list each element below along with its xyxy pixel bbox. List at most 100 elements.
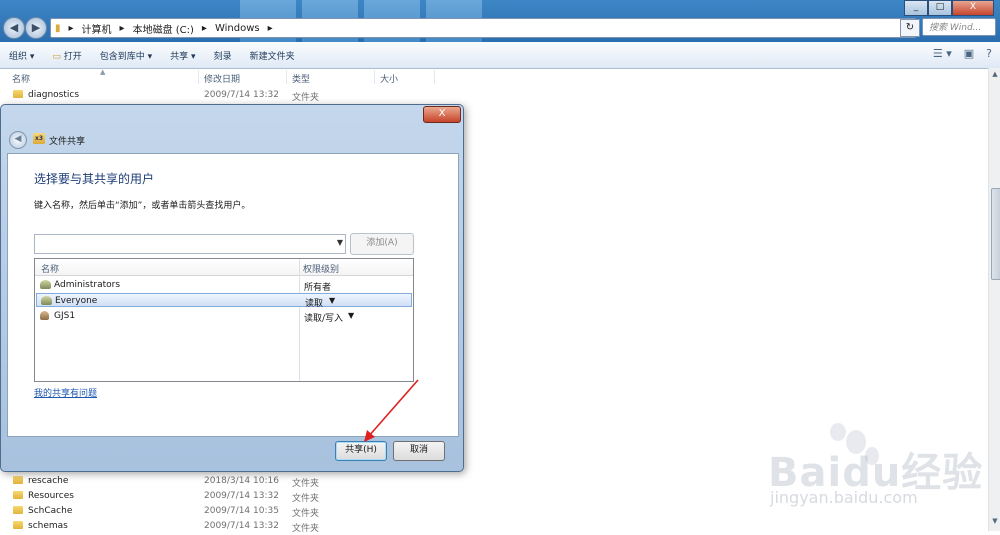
file-date: 2009/7/14 10:35 bbox=[204, 506, 279, 516]
file-name: schemas bbox=[28, 521, 68, 531]
column-size[interactable]: 大小 bbox=[380, 72, 398, 85]
file-type: 文件夹 bbox=[292, 93, 320, 103]
scrollbar-thumb[interactable] bbox=[991, 188, 1000, 280]
list-header: 名称 权限级别 bbox=[35, 259, 413, 276]
toolbar-right: ☰ ▾ ▣ ? bbox=[933, 47, 992, 60]
column-divider[interactable] bbox=[198, 70, 199, 84]
organize-menu[interactable]: 组织 ▾ bbox=[0, 49, 43, 62]
list-header-name[interactable]: 名称 bbox=[41, 262, 59, 275]
breadcrumb-windows[interactable]: Windows bbox=[211, 23, 264, 34]
breadcrumb-separator: ▸ bbox=[267, 22, 273, 34]
permission-level[interactable]: 读取/写入 bbox=[304, 311, 343, 324]
help-icon[interactable]: ? bbox=[986, 47, 992, 60]
breadcrumb-drive[interactable]: 本地磁盘 (C:) bbox=[129, 21, 198, 36]
permission-level[interactable]: 读取 bbox=[305, 296, 323, 309]
permission-dropdown-icon[interactable]: ▼ bbox=[348, 311, 354, 320]
user-row[interactable]: GJS1 读取/写入 ▼ bbox=[36, 309, 412, 324]
user-permission-list: 名称 权限级别 Administrators 所有者 Everyone 读取 ▼… bbox=[34, 258, 414, 382]
user-group-icon bbox=[41, 296, 52, 305]
user-group-icon bbox=[40, 280, 51, 289]
dropdown-arrow-icon[interactable]: ▼ bbox=[337, 238, 343, 247]
vertical-scrollbar[interactable]: ▲ ▼ bbox=[988, 68, 1000, 531]
folder-icon bbox=[13, 491, 23, 499]
file-date: 2009/7/14 13:32 bbox=[204, 521, 279, 531]
close-window-button[interactable]: X bbox=[952, 0, 994, 16]
dialog-instruction: 键入名称，然后单击“添加”，或者单击箭头查找用户。 bbox=[34, 201, 251, 211]
dialog-close-button[interactable]: X bbox=[423, 106, 461, 123]
user-name: GJS1 bbox=[54, 311, 76, 321]
file-name: Resources bbox=[28, 491, 74, 501]
column-divider[interactable] bbox=[374, 70, 375, 84]
user-row-selected[interactable]: Everyone 读取 ▼ bbox=[36, 293, 412, 309]
command-bar: 组织 ▾ ▭ 打开 包含到库中 ▾ 共享 ▾ 刻录 新建文件夹 ☰ ▾ ▣ ? bbox=[0, 42, 1000, 69]
permission-level: 所有者 bbox=[304, 283, 332, 293]
file-name: SchCache bbox=[28, 506, 73, 516]
column-divider[interactable] bbox=[286, 70, 287, 84]
search-input[interactable]: 搜索 Wind... bbox=[922, 18, 996, 36]
file-name: diagnostics bbox=[28, 90, 80, 100]
file-row[interactable]: schemas 2009/7/14 13:32 文件夹 bbox=[0, 519, 988, 535]
folder-icon bbox=[13, 506, 23, 514]
explorer-titlebar: _ □ X ◀ ▶ ▮ ▸ 计算机 ▸ 本地磁盘 (C:) ▸ Windows … bbox=[0, 0, 1000, 42]
sharing-help-link[interactable]: 我的共享有问题 bbox=[34, 386, 97, 399]
permission-dropdown-icon[interactable]: ▼ bbox=[329, 296, 335, 305]
file-type: 文件夹 bbox=[292, 494, 320, 504]
folder-icon: ▮ bbox=[55, 22, 61, 34]
file-row[interactable]: SchCache 2009/7/14 10:35 文件夹 bbox=[0, 504, 988, 520]
share-menu[interactable]: 共享 ▾ bbox=[161, 49, 204, 62]
open-label: 打开 bbox=[63, 51, 82, 62]
burn-button[interactable]: 刻录 bbox=[205, 49, 241, 62]
file-type: 文件夹 bbox=[292, 524, 320, 534]
file-row[interactable]: diagnostics 2009/7/14 13:32 文件夹 bbox=[0, 88, 988, 104]
user-row[interactable]: Administrators 所有者 bbox=[36, 278, 412, 293]
view-options-icon[interactable]: ☰ ▾ bbox=[933, 47, 952, 60]
breadcrumb-separator: ▸ bbox=[68, 22, 74, 34]
file-sharing-dialog: X ◀ x3 文件共享 选择要与其共享的用户 键入名称，然后单击“添加”，或者单… bbox=[0, 104, 464, 472]
user-name-combobox[interactable]: ▼ bbox=[34, 234, 346, 254]
list-header-level[interactable]: 权限级别 bbox=[303, 262, 339, 275]
cancel-button[interactable]: 取消 bbox=[393, 441, 445, 461]
sort-ascending-icon: ▲ bbox=[100, 68, 106, 76]
file-row[interactable]: Resources 2009/7/14 13:32 文件夹 bbox=[0, 489, 988, 505]
folder-icon bbox=[13, 476, 23, 484]
file-sharing-icon: x3 bbox=[33, 133, 45, 144]
column-name[interactable]: 名称 bbox=[12, 72, 30, 85]
open-icon: ▭ bbox=[52, 51, 64, 62]
file-type: 文件夹 bbox=[292, 479, 320, 489]
folder-icon bbox=[13, 90, 23, 98]
folder-icon bbox=[13, 521, 23, 529]
file-date: 2018/3/14 10:16 bbox=[204, 476, 279, 486]
dialog-content: 选择要与其共享的用户 键入名称，然后单击“添加”，或者单击箭头查找用户。 ▼ 添… bbox=[7, 153, 459, 437]
user-name: Everyone bbox=[55, 296, 98, 306]
address-bar[interactable]: ▮ ▸ 计算机 ▸ 本地磁盘 (C:) ▸ Windows ▸ bbox=[50, 18, 916, 38]
file-name: rescache bbox=[28, 476, 69, 486]
user-icon bbox=[40, 311, 49, 320]
column-headers: 名称 ▲ 修改日期 类型 大小 bbox=[0, 68, 988, 86]
forward-icon[interactable]: ▶ bbox=[25, 17, 47, 39]
column-type[interactable]: 类型 bbox=[292, 72, 310, 85]
add-button[interactable]: 添加(A) bbox=[350, 233, 414, 255]
refresh-icon[interactable]: ↻ bbox=[900, 19, 920, 37]
breadcrumb-computer[interactable]: 计算机 bbox=[78, 21, 116, 36]
scroll-down-icon[interactable]: ▼ bbox=[989, 517, 1000, 529]
file-type: 文件夹 bbox=[292, 509, 320, 519]
scroll-up-icon[interactable]: ▲ bbox=[989, 70, 1000, 82]
column-date[interactable]: 修改日期 bbox=[204, 72, 240, 85]
open-button[interactable]: ▭ 打开 bbox=[43, 49, 90, 62]
include-in-library-menu[interactable]: 包含到库中 ▾ bbox=[91, 49, 161, 62]
file-row[interactable]: rescache 2018/3/14 10:16 文件夹 bbox=[0, 474, 988, 490]
back-icon[interactable]: ◀ bbox=[3, 17, 25, 39]
file-date: 2009/7/14 13:32 bbox=[204, 491, 279, 501]
breadcrumb-separator: ▸ bbox=[201, 22, 207, 34]
maximize-button[interactable]: □ bbox=[928, 0, 952, 16]
dialog-heading: 选择要与其共享的用户 bbox=[34, 172, 155, 186]
dialog-back-icon[interactable]: ◀ bbox=[9, 131, 27, 149]
dialog-title: 文件共享 bbox=[49, 137, 86, 147]
column-divider[interactable] bbox=[434, 70, 435, 84]
user-name: Administrators bbox=[54, 280, 121, 290]
new-folder-button[interactable]: 新建文件夹 bbox=[241, 49, 304, 62]
file-date: 2009/7/14 13:32 bbox=[204, 90, 279, 100]
minimize-button[interactable]: _ bbox=[904, 0, 928, 16]
preview-pane-icon[interactable]: ▣ bbox=[964, 47, 974, 60]
share-button[interactable]: 共享(H) bbox=[335, 441, 387, 461]
